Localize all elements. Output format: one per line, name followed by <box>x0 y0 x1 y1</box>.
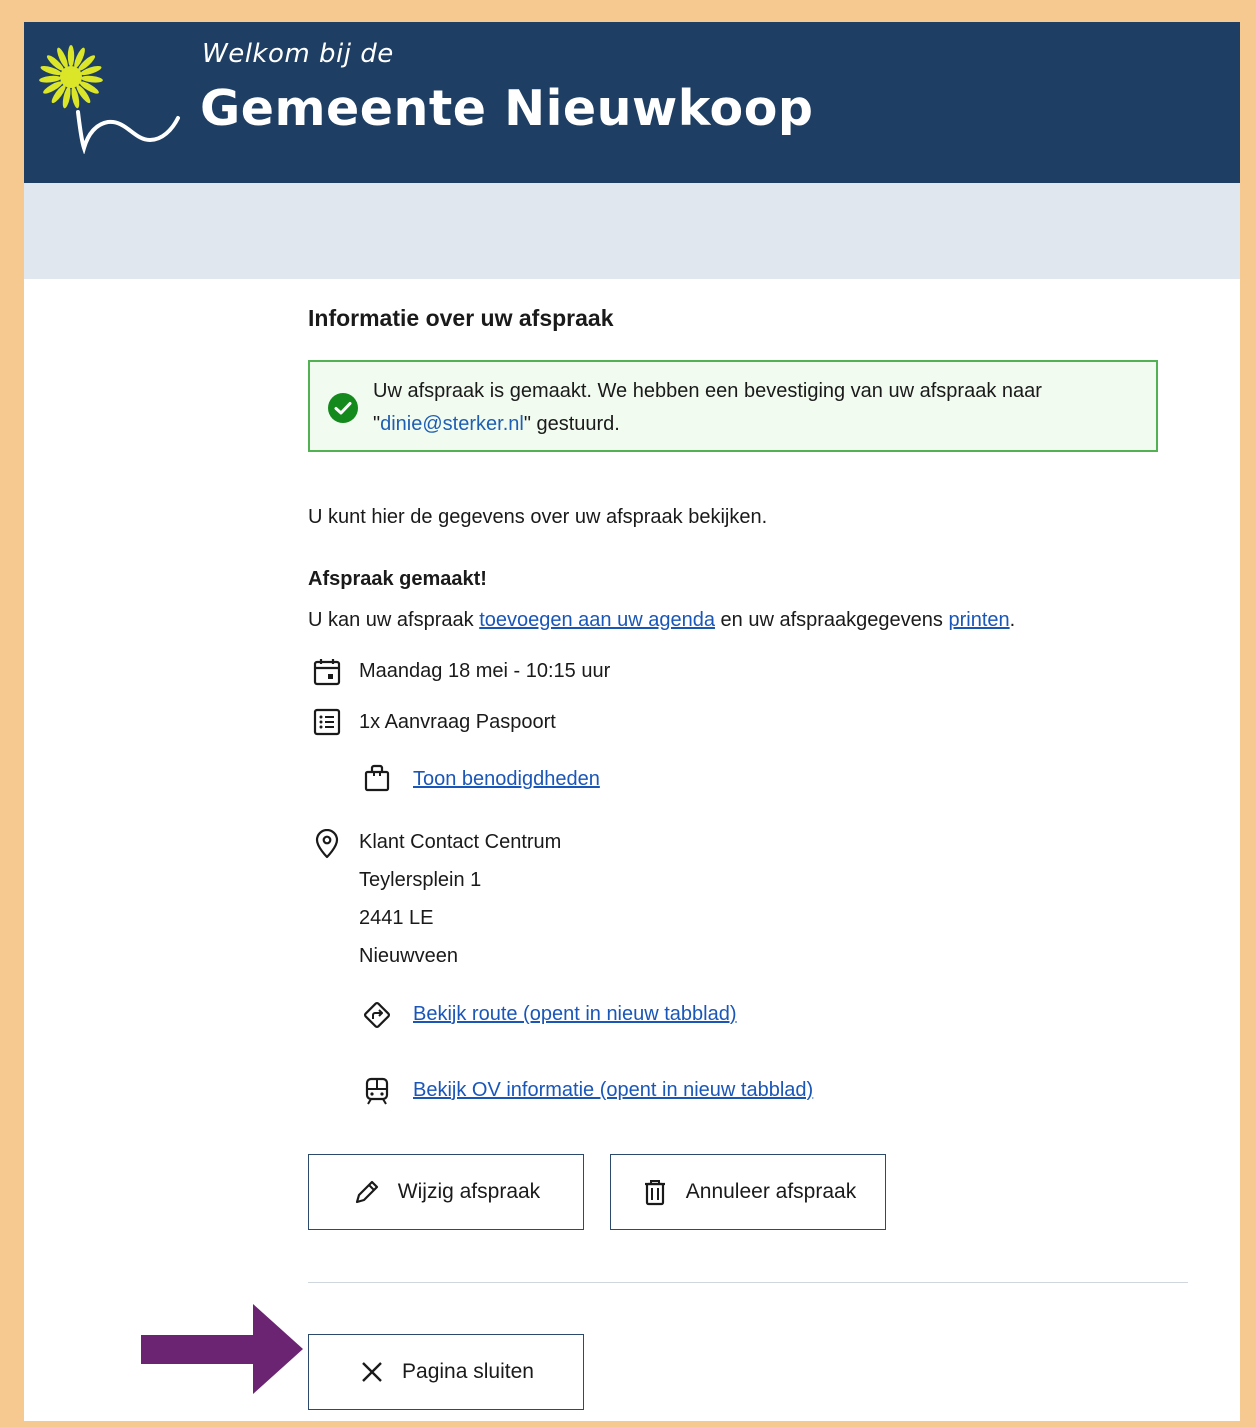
cancel-appointment-label: Annuleer afspraak <box>685 1180 857 1203</box>
confirmation-line-suffix: . <box>1009 609 1016 631</box>
location-name: Klant Contact Centrum <box>359 831 562 853</box>
shopping-bag-icon <box>364 764 390 792</box>
confirmation-line: U kan uw afspraak toevoegen aan uw agend… <box>308 609 1015 632</box>
page-title: Informatie over uw afspraak <box>308 305 614 331</box>
train-icon <box>365 1077 389 1105</box>
cancel-appointment-button[interactable]: Annuleer afspraak <box>610 1154 886 1230</box>
alert-message: Uw afspraak is gemaakt. We hebben een be… <box>373 375 1042 441</box>
confirmation-heading: Afspraak gemaakt! <box>308 568 487 590</box>
directions-icon <box>364 1002 390 1028</box>
list-icon <box>313 708 341 736</box>
gemeente-logo <box>39 45 180 154</box>
ov-info-link[interactable]: Bekijk OV informatie (opent in nieuw tab… <box>413 1079 813 1102</box>
add-to-agenda-link[interactable]: toevoegen aan uw agenda <box>479 609 715 631</box>
alert-text-before: Uw afspraak is gemaakt. We hebben een be… <box>373 380 1042 402</box>
location-city: Nieuwveen <box>359 945 458 967</box>
show-requirements-link[interactable]: Toon benodigdheden <box>413 768 600 791</box>
calendar-icon <box>313 659 341 686</box>
success-alert: Uw afspraak is gemaakt. We hebben een be… <box>308 360 1158 452</box>
close-icon <box>362 1362 382 1382</box>
route-link[interactable]: Bekijk route (opent in nieuw tabblad) <box>413 1003 737 1026</box>
annotation-arrow-icon <box>141 1304 303 1394</box>
close-page-button[interactable]: Pagina sluiten <box>308 1334 584 1410</box>
alert-text-after: " gestuurd. <box>523 413 620 435</box>
header-welcome: Welkom bij de <box>202 39 394 69</box>
page-frame: Welkom bij de Gemeente Nieuwkoop Informa… <box>24 22 1240 1421</box>
edit-appointment-label: Wijzig afspraak <box>397 1180 541 1203</box>
trash-icon <box>644 1180 665 1206</box>
print-link[interactable]: printen <box>948 609 1009 631</box>
confirmation-line-prefix: U kan uw afspraak <box>308 609 480 631</box>
appointment-product: 1x Aanvraag Paspoort <box>359 711 556 733</box>
close-page-label: Pagina sluiten <box>402 1360 534 1383</box>
alert-email: dinie@sterker.nl <box>380 413 524 435</box>
sub-header-bar <box>24 183 1240 279</box>
map-pin-icon <box>315 829 339 859</box>
header-municipality-name: Gemeente Nieuwkoop <box>200 80 814 137</box>
intro-text: U kunt hier de gegevens over uw afspraak… <box>308 506 768 528</box>
edit-appointment-button[interactable]: Wijzig afspraak <box>308 1154 584 1230</box>
check-circle-icon <box>328 393 358 423</box>
section-divider <box>308 1282 1188 1283</box>
pencil-icon <box>355 1180 378 1204</box>
site-header: Welkom bij de Gemeente Nieuwkoop <box>24 22 1240 183</box>
appointment-date: Maandag 18 mei - 10:15 uur <box>359 660 611 682</box>
location-postcode: 2441 LE <box>359 907 434 929</box>
location-street: Teylersplein 1 <box>359 869 482 891</box>
confirmation-line-middle: en uw afspraakgegevens <box>714 609 949 631</box>
